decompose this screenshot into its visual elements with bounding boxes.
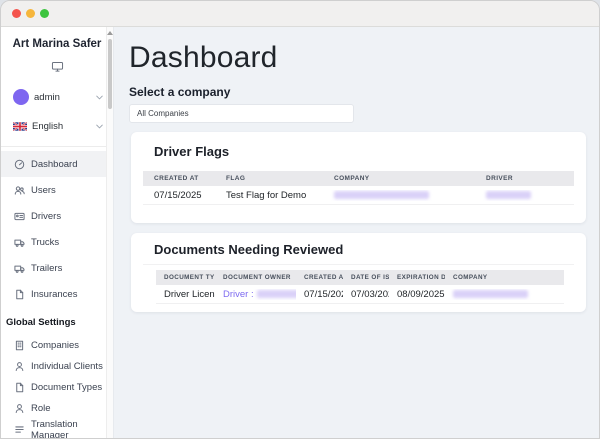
sidebar-divider (1, 146, 113, 147)
page-title: Dashboard (129, 41, 278, 74)
driver-flags-table: CREATED AT FLAG COMPANY DRIVER 07/15/202… (143, 171, 574, 205)
column-header: DOCUMENT OWNER (223, 274, 291, 281)
app-window: Art Marina Safer admin English Dashboard (0, 0, 600, 439)
column-header: DRIVER (486, 175, 513, 182)
brand-title: Art Marina Safer (12, 38, 102, 50)
sidebar-settings-menu: Companies Individual Clients Document Ty… (1, 335, 113, 439)
monitor-icon (1, 59, 113, 77)
documents-review-table: DOCUMENT TYPE DOCUMENT OWNER CREATED AT … (156, 270, 564, 304)
redacted-text (334, 190, 429, 199)
sidebar-item-label: Individual Clients (31, 361, 103, 372)
file-icon (14, 382, 25, 393)
list-icon (14, 424, 25, 435)
column-header: COMPANY (334, 175, 370, 182)
sidebar-item-label: Insurances (31, 288, 78, 300)
user-menu[interactable]: admin (1, 88, 113, 106)
document-type-value: Driver License (164, 288, 215, 300)
chevron-down-icon (96, 95, 103, 100)
uk-flag-icon (13, 121, 27, 131)
truck-icon (14, 237, 25, 248)
main-content: Dashboard Select a company All Companies… (114, 27, 599, 438)
sidebar-item-label: Trailers (31, 262, 63, 274)
truck-icon (14, 263, 25, 274)
card-divider (143, 264, 574, 265)
sidebar-item-label: Dashboard (31, 158, 78, 170)
chevron-down-icon (96, 124, 103, 129)
gauge-icon (14, 159, 25, 170)
column-header: DOCUMENT TYPE (164, 274, 215, 281)
documents-review-card: Documents Needing Reviewed DOCUMENT TYPE… (131, 233, 586, 312)
expiration-date-value: 08/09/2025 (397, 288, 445, 300)
maximize-button[interactable] (40, 9, 49, 18)
table-row: Driver License Driver : 07/15/2025 07/03… (156, 285, 564, 304)
created-at-value: 07/15/2025 (154, 189, 202, 201)
company-link-redacted[interactable] (323, 190, 475, 201)
documents-review-title: Documents Needing Reviewed (154, 242, 344, 257)
sidebar-item-label: Companies (31, 340, 80, 351)
sidebar-item-users[interactable]: Users (1, 177, 113, 203)
sidebar-item-dashboard[interactable]: Dashboard (1, 151, 113, 177)
documents-table-header: DOCUMENT TYPE DOCUMENT OWNER CREATED AT … (156, 270, 564, 285)
scroll-up-arrow-icon[interactable] (107, 31, 113, 35)
company-select[interactable]: All Companies (129, 104, 354, 123)
sidebar-item-drivers[interactable]: Drivers (1, 203, 113, 229)
sidebar-item-label: Translation Manager (31, 418, 78, 439)
users-icon (14, 185, 25, 196)
sidebar-item-label: Trucks (31, 236, 60, 248)
sidebar-item-trailers[interactable]: Trailers (1, 255, 113, 281)
driver-flags-card: Driver Flags CREATED AT FLAG COMPANY DRI… (131, 132, 586, 223)
building-icon (14, 340, 25, 351)
sidebar-item-label: Document Types (31, 382, 103, 393)
avatar (13, 89, 29, 105)
sidebar-item-insurances[interactable]: Insurances (1, 281, 113, 307)
sidebar-item-document-types[interactable]: Document Types (1, 377, 113, 398)
column-header: CREATED AT (304, 274, 343, 281)
sidebar-item-translation-manager[interactable]: Translation Manager (1, 418, 113, 439)
driver-flags-table-header: CREATED AT FLAG COMPANY DRIVER (143, 171, 574, 186)
flag-value: Test Flag for Demo (226, 189, 307, 201)
sidebar-item-label: Role (31, 403, 51, 414)
redacted-text (256, 289, 296, 298)
column-header: DATE OF ISSUE (351, 274, 389, 281)
driver-flags-title: Driver Flags (154, 144, 230, 159)
language-label: English (32, 120, 64, 132)
sidebar-item-companies[interactable]: Companies (1, 335, 113, 356)
column-header: EXPIRATION DATE (397, 274, 445, 281)
company-select-label: Select a company (129, 85, 231, 99)
sidebar-item-label: Drivers (31, 210, 62, 222)
user-name: admin (34, 91, 60, 103)
table-row: 07/15/2025 Test Flag for Demo (143, 186, 574, 205)
document-owner-link[interactable]: Driver : (215, 289, 296, 300)
sidebar-item-label: Users (31, 184, 56, 196)
redacted-text (486, 190, 531, 199)
sidebar-scrollbar[interactable] (106, 27, 113, 438)
column-header: CREATED AT (154, 175, 199, 182)
sidebar-item-trucks[interactable]: Trucks (1, 229, 113, 255)
sidebar: Art Marina Safer admin English Dashboard (1, 27, 114, 438)
id-card-icon (14, 211, 25, 222)
scrollbar-thumb[interactable] (108, 39, 112, 109)
created-at-value: 07/15/2025 (304, 288, 343, 300)
date-of-issue-value: 07/03/2025 (351, 288, 389, 300)
company-link-redacted[interactable] (445, 289, 564, 300)
window-titlebar (1, 1, 599, 27)
user-icon (14, 403, 25, 414)
driver-link-redacted[interactable] (475, 190, 574, 201)
file-icon (14, 289, 25, 300)
user-icon (14, 361, 25, 372)
redacted-text (453, 289, 528, 298)
minimize-button[interactable] (26, 9, 35, 18)
column-header: FLAG (226, 175, 246, 182)
language-menu[interactable]: English (1, 117, 113, 135)
sidebar-main-menu: Dashboard Users Drivers Trucks Trailers (1, 151, 113, 307)
sidebar-item-individual-clients[interactable]: Individual Clients (1, 356, 113, 377)
close-button[interactable] (12, 9, 21, 18)
owner-prefix: Driver : (223, 288, 254, 300)
sidebar-item-role[interactable]: Role (1, 398, 113, 419)
column-header: COMPANY (453, 274, 488, 281)
global-settings-header: Global Settings (6, 317, 76, 328)
